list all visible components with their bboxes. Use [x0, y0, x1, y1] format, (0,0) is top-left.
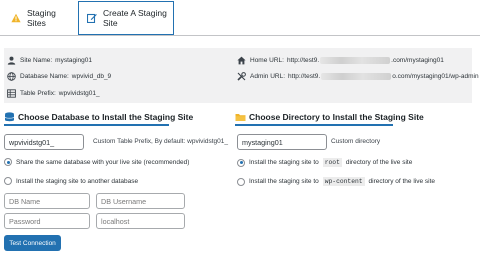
option-wpcontent-pre: Install the staging site to — [249, 178, 319, 185]
section-underline — [4, 124, 169, 126]
redacted-blur — [321, 73, 392, 80]
home-url-row: Home URL: http://test9. .com/mystaging01 — [237, 56, 444, 65]
redacted-blur — [320, 57, 391, 64]
table-prefix-value: wpvividstg01_ — [58, 90, 100, 97]
option-root-directory[interactable]: Install the staging site to root directo… — [237, 158, 412, 167]
table-prefix-label: Table Prefix: — [20, 90, 56, 97]
option-other-database-label: Install the staging site to another data… — [16, 177, 139, 185]
site-name-value: mystaging01 — [55, 57, 93, 64]
custom-directory-note: Custom directory — [331, 138, 381, 145]
database-name-row: Database Name: wpvivid_db_9 — [7, 72, 111, 81]
section-underline — [235, 124, 393, 126]
option-same-database[interactable]: Share the same database with your live s… — [4, 158, 189, 166]
radio-wpcontent-directory[interactable] — [237, 177, 245, 186]
tab-label: Staging Sites — [27, 8, 56, 28]
database-heading-text: Choose Database to Install the Staging S… — [18, 112, 194, 122]
tab-label: Create A Staging Site — [103, 8, 167, 28]
radio-same-database[interactable] — [4, 158, 12, 166]
admin-url-label: Admin URL: — [250, 73, 286, 80]
db-password-input[interactable]: Password — [4, 213, 90, 229]
database-name-label: Database Name: — [20, 73, 69, 80]
tab-bar: Staging Sites Create A Staging Site — [0, 0, 480, 36]
database-name-value: wpvivid_db_9 — [71, 73, 112, 80]
option-root-post: directory of the live site — [345, 159, 413, 166]
table-prefix-note: Custom Table Prefix, By default: wpvivid… — [93, 138, 229, 145]
admin-url-row: Admin URL: http://test9. o.com/mystaging… — [237, 72, 479, 81]
option-root-pre: Install the staging site to — [249, 159, 319, 166]
site-name-row: Site Name: mystaging01 — [7, 56, 92, 65]
globe-icon — [7, 72, 16, 81]
db-host-input[interactable]: localhost — [96, 213, 185, 229]
directory-section-heading: Choose Directory to Install the Staging … — [235, 112, 424, 122]
folder-icon — [235, 112, 246, 122]
option-wpcontent-directory[interactable]: Install the staging site to wp-content d… — [237, 177, 435, 186]
option-same-database-label: Share the same database with your live s… — [16, 158, 190, 166]
database-icon — [4, 112, 15, 122]
edit-icon — [86, 13, 97, 24]
db-username-input[interactable]: DB Username — [96, 193, 185, 209]
home-url-suffix: .com/mystaging01 — [391, 57, 444, 64]
directory-heading-text: Choose Directory to Install the Staging … — [249, 112, 424, 122]
admin-url-suffix: o.com/mystaging01/wp-admin — [392, 73, 479, 80]
warning-icon — [11, 13, 21, 23]
table-icon — [7, 89, 16, 98]
root-code: root — [322, 158, 342, 167]
database-section-heading: Choose Database to Install the Staging S… — [4, 112, 193, 122]
home-url-label: Home URL: — [250, 57, 284, 64]
user-icon — [7, 56, 16, 65]
radio-root-directory[interactable] — [237, 158, 245, 167]
site-info-panel: Site Name: mystaging01 Database Name: wp… — [4, 48, 479, 103]
table-prefix-input[interactable]: wpvividstg01_ — [4, 134, 84, 150]
tab-create-staging-site[interactable]: Create A Staging Site — [78, 1, 174, 35]
wpcontent-code: wp-content — [322, 177, 365, 186]
home-icon — [237, 56, 246, 65]
table-prefix-row: Table Prefix: wpvividstg01_ — [7, 89, 100, 98]
tab-staging-sites[interactable]: Staging Sites — [2, 2, 74, 34]
home-url-prefix: http://test9. — [286, 57, 320, 64]
custom-directory-input[interactable]: mystaging01 — [237, 134, 327, 150]
radio-other-database[interactable] — [4, 177, 12, 185]
site-name-label: Site Name: — [20, 57, 53, 64]
test-connection-button[interactable]: Test Connection — [4, 235, 61, 251]
db-name-input[interactable]: DB Name — [4, 193, 90, 209]
admin-url-prefix: http://test9. — [288, 73, 321, 80]
option-other-database[interactable]: Install the staging site to another data… — [4, 177, 138, 185]
tools-icon — [237, 72, 246, 81]
option-wpcontent-post: directory of the live site — [368, 178, 436, 185]
